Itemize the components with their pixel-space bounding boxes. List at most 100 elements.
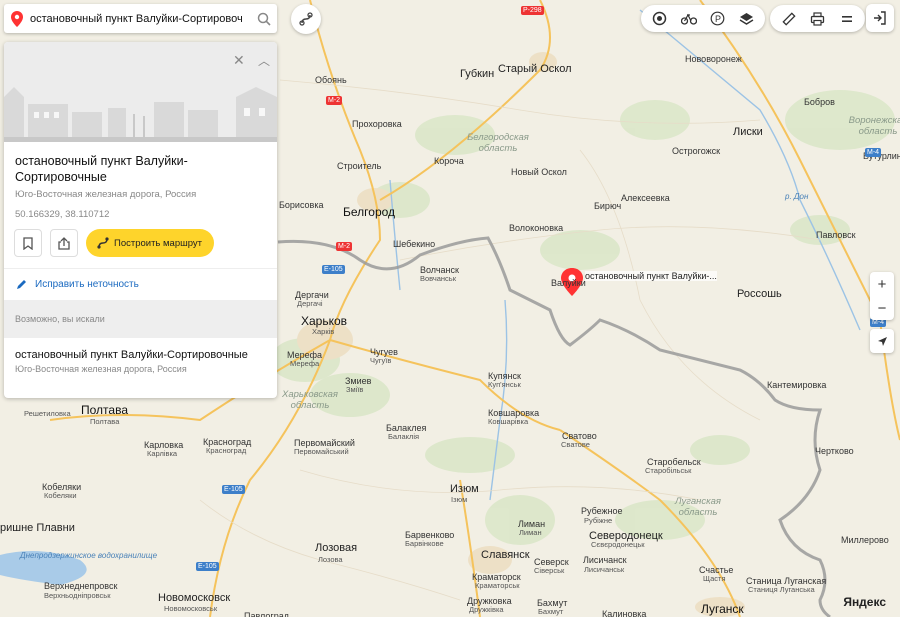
map-label-pavlovsk[interactable]: Павловск <box>816 231 856 240</box>
map-label-merefa_ua[interactable]: Мерефа <box>290 360 319 368</box>
suggestion-address: Юго-Восточная железная дорога, Россия <box>15 364 187 375</box>
zoom-in-button[interactable]: + <box>870 272 894 296</box>
map-label-rossosh[interactable]: Россошь <box>737 289 782 300</box>
map-label-kramatorsk_ua[interactable]: Краматорськ <box>475 582 520 590</box>
map-label-gubkin[interactable]: Губкин <box>460 69 494 80</box>
map-label-rubezhnoe_ua[interactable]: Рубіжне <box>584 517 612 525</box>
map-label-shebekino[interactable]: Шебекино <box>393 240 435 249</box>
map-label-belgorod[interactable]: Белгород <box>343 206 395 218</box>
map-label-bobrov[interactable]: Бобров <box>804 98 835 107</box>
close-icon[interactable]: ✕ <box>233 52 245 69</box>
map-label-chertkovo[interactable]: Чертково <box>815 447 854 456</box>
search-box[interactable]: остановочный пункт Валуйки-Сортировоч <box>4 4 277 33</box>
printer-icon[interactable] <box>805 6 830 31</box>
menu-icon[interactable] <box>834 6 859 31</box>
map-label-zmiev_ua[interactable]: Зміїв <box>346 386 363 394</box>
map-label-chuguev_ua[interactable]: Чугуїв <box>370 357 391 365</box>
map-label-rubezhnoe[interactable]: Рубежное <box>581 507 623 516</box>
map-label-noskol[interactable]: Новый Оскол <box>511 168 567 177</box>
poi-label[interactable]: остановочный пункт Валуйки-... <box>585 271 717 281</box>
map-label-kantem[interactable]: Кантемировка <box>767 381 826 390</box>
map-label-millerovo[interactable]: Миллерово <box>841 536 889 545</box>
map-label-lisichansk_ua[interactable]: Лисичанськ <box>584 566 624 574</box>
map-label-verkhnedn_ua[interactable]: Верхньодніпровськ <box>44 592 111 600</box>
map-label-krasnograd_ua[interactable]: Красноград <box>206 447 246 455</box>
share-button[interactable] <box>50 229 78 258</box>
map-label-starobelsk_ua[interactable]: Старобільськ <box>645 467 691 475</box>
map-label-ostrogozhsk[interactable]: Острогожск <box>672 147 720 156</box>
search-icon[interactable] <box>251 12 277 26</box>
suggestion-item[interactable]: остановочный пункт Валуйки-Сортировочные… <box>4 338 277 374</box>
map-label-severodonetsk_ua[interactable]: Сєвєродонецьк <box>591 541 645 549</box>
fix-inaccuracy-link[interactable]: Исправить неточность <box>4 269 277 300</box>
map-label-izyum[interactable]: Изюм <box>450 484 479 495</box>
map-label-reshetilovka[interactable]: Решетиловка <box>24 410 71 418</box>
zoom-out-button[interactable]: − <box>870 296 894 320</box>
map-label-barvenkovo_ua[interactable]: Барвінкове <box>405 540 444 548</box>
map-label-stroitel[interactable]: Строитель <box>337 162 381 171</box>
build-route-button[interactable]: Построить маршрут <box>86 229 215 258</box>
map-label-lugansk[interactable]: Луганск <box>701 603 744 615</box>
map-label-region_belg[interactable]: Белгородская область <box>463 132 533 155</box>
map-label-liman_ua[interactable]: Лиман <box>519 529 542 537</box>
map-label-volchansk_ua[interactable]: Вовчанськ <box>420 275 456 283</box>
map-label-novomoskovsk[interactable]: Новомосковск <box>158 593 230 604</box>
map-label-seversk_ua[interactable]: Сіверськ <box>534 567 564 575</box>
map-label-korocha[interactable]: Короча <box>434 157 464 166</box>
traffic-icon[interactable] <box>647 6 672 31</box>
map-label-liski[interactable]: Лиски <box>733 127 763 138</box>
map-label-novovoronezh[interactable]: Нововоронеж <box>685 55 742 64</box>
map-label-kalinovka[interactable]: Калиновка <box>602 610 646 617</box>
map-label-druzhkovka_ua[interactable]: Дружківка <box>469 606 504 614</box>
map-label-pervograd[interactable]: Павлоград <box>244 612 289 617</box>
map-label-bakhmut_ua[interactable]: Бахмут <box>538 608 563 616</box>
map-label-stanitsa_ua[interactable]: Станиця Луганська <box>748 586 815 594</box>
map-label-lozovaya[interactable]: Лозовая <box>315 543 357 554</box>
map-label-region_lug[interactable]: Луганская область <box>663 496 733 519</box>
map-label-plavni[interactable]: ришне Плавни <box>0 523 75 534</box>
map-label-kharkov_ua[interactable]: Харків <box>312 328 334 336</box>
map-label-lozovaya_ua[interactable]: Лозова <box>318 556 343 564</box>
map-label-novomoskovsk_ua[interactable]: Новомосковськ <box>164 605 217 613</box>
place-coordinates[interactable]: 50.166329, 38.110712 <box>15 209 266 220</box>
login-button[interactable] <box>866 4 894 32</box>
chevron-up-icon[interactable]: ︿ <box>258 52 270 69</box>
map-label-volokonovka[interactable]: Волоконовка <box>509 224 563 233</box>
layers-icon[interactable] <box>734 6 759 31</box>
map-label-dergachi_ua[interactable]: Дергачі <box>297 300 323 308</box>
map-label-kharkov[interactable]: Харьков <box>301 315 347 327</box>
map-label-balakleya_ua[interactable]: Балаклія <box>388 433 419 441</box>
parking-icon[interactable]: P <box>705 6 730 31</box>
map-label-valuyki[interactable]: Валуйки <box>551 279 586 288</box>
map-label-biryuch[interactable]: Бирюч <box>594 202 621 211</box>
bookmark-button[interactable] <box>14 229 42 258</box>
map-label-oboyan[interactable]: Обоянь <box>315 76 347 85</box>
map-label-region_khar[interactable]: Харьковская область <box>275 389 345 412</box>
map-label-poltava_ua[interactable]: Полтава <box>90 418 119 426</box>
bicycle-icon[interactable] <box>676 6 701 31</box>
map-label-alekseevka[interactable]: Алексеевка <box>621 194 670 203</box>
map-label-karlovka_ua[interactable]: Карлівка <box>147 450 177 458</box>
map-label-prohorovka[interactable]: Прохоровка <box>352 120 402 129</box>
map-label-borovaya_ua[interactable]: Ковшарівка <box>488 418 528 426</box>
map-label-dnepr_res[interactable]: Днепродзержинское водохранилище <box>20 552 157 560</box>
routes-button[interactable] <box>291 4 321 34</box>
map-label-poltava[interactable]: Полтава <box>81 404 128 416</box>
search-input[interactable]: остановочный пункт Валуйки-Сортировоч <box>30 13 251 25</box>
map-label-izyum_ua[interactable]: Ізюм <box>451 496 467 504</box>
map-label-kupyansk_ua[interactable]: Куп'янськ <box>488 381 521 389</box>
map-label-slavyansk[interactable]: Славянск <box>481 550 530 561</box>
map-label-pervomaisky_ua[interactable]: Первомайський <box>294 448 349 456</box>
map-label-starosk[interactable]: Старый Оскол <box>498 64 572 75</box>
map-label-river_don[interactable]: р. Дон <box>785 193 808 201</box>
map-label-svatovo_ua[interactable]: Сватове <box>561 441 590 449</box>
map-label-lisichansk[interactable]: Лисичанск <box>583 556 627 565</box>
map-label-schastye_ua[interactable]: Щастя <box>703 575 726 583</box>
map-label-borisovka[interactable]: Борисовка <box>279 201 323 210</box>
geolocation-button[interactable] <box>870 329 894 353</box>
map-label-kobeliaki_ua[interactable]: Кобеляки <box>44 492 77 500</box>
map-label-region_vor[interactable]: Воронежская область <box>843 115 900 138</box>
ruler-icon[interactable] <box>776 6 801 31</box>
map-label-verkhnedn[interactable]: Верхнеднепровск <box>44 582 117 591</box>
road-label-e105b: E-105 <box>222 485 245 494</box>
